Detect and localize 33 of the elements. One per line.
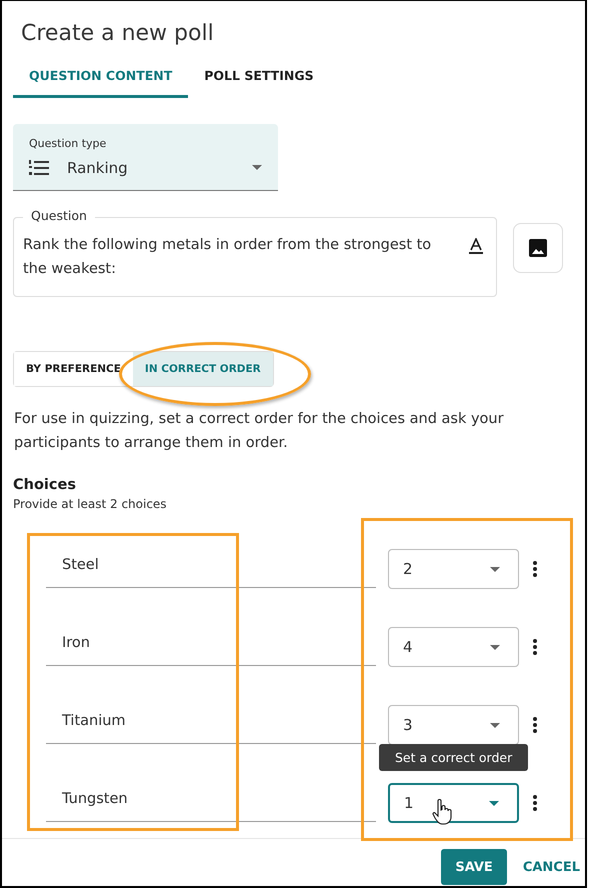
question-field[interactable]: Question Rank the following metals in order from the strongest to the weakest:	[13, 208, 498, 297]
tab[interactable]: QUESTION CONTENT	[13, 68, 188, 98]
numbered-list-icon	[29, 160, 49, 176]
image-icon	[529, 239, 548, 257]
choice-field[interactable]: Tungsten	[46, 784, 376, 822]
hand-cursor-icon	[432, 799, 452, 825]
tab[interactable]: POLL SETTINGS	[188, 68, 330, 98]
more-options-icon[interactable]	[533, 795, 537, 811]
dialog-title: Create a new poll	[21, 21, 215, 46]
choice-field[interactable]: Steel	[46, 550, 376, 588]
choice-field[interactable]: Iron	[46, 628, 376, 666]
save-button[interactable]: SAVE	[441, 849, 507, 885]
order-dropdown[interactable]: 4	[388, 627, 519, 667]
mode-toggle-option[interactable]: IN CORRECT ORDER	[132, 352, 273, 386]
caret-icon	[490, 644, 500, 650]
caret-icon	[489, 800, 499, 806]
section-heading: Choices	[13, 477, 77, 493]
caret-icon	[252, 165, 262, 170]
more-options-icon[interactable]	[533, 717, 537, 733]
order-dropdown[interactable]: 2	[388, 549, 519, 589]
choice-field[interactable]: Titanium	[46, 706, 376, 744]
cancel-button[interactable]: CANCEL	[522, 849, 580, 885]
tooltip: Set a correct order	[379, 744, 528, 771]
question-type-dropdown[interactable]: Question type Ranking	[13, 124, 278, 191]
caret-icon	[490, 722, 500, 728]
text-format-icon[interactable]	[469, 238, 484, 254]
more-options-icon[interactable]	[533, 639, 537, 655]
caret-icon	[490, 566, 500, 572]
more-options-icon[interactable]	[533, 561, 537, 577]
description-text: For use in quizzing, set a correct order for the choices and ask your participants to arrange them in order.	[14, 410, 505, 453]
hint-text: Provide at least 2 choices	[13, 497, 168, 511]
image-button[interactable]	[513, 223, 563, 273]
order-dropdown[interactable]: 1	[388, 783, 519, 823]
